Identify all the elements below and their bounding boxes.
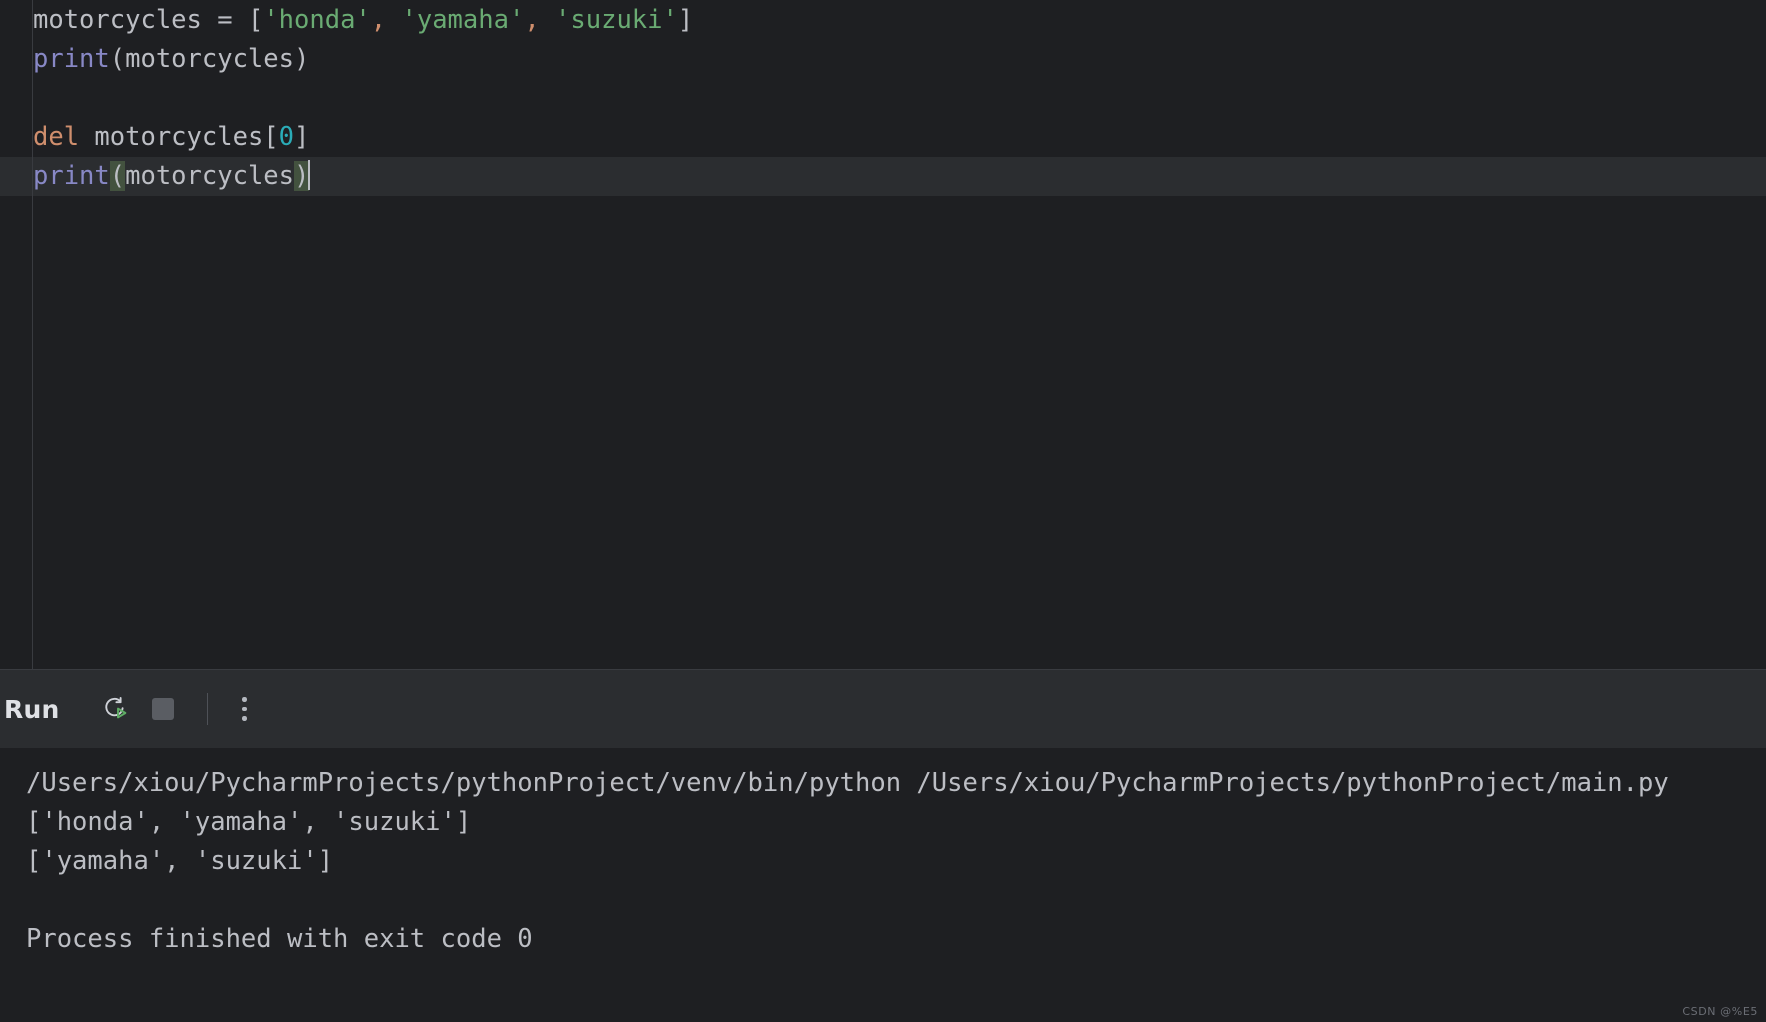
code-line-text: motorcycles = ['honda', 'yamaha', 'suzuk… — [33, 1, 693, 40]
run-console-output[interactable]: /Users/xiou/PycharmProjects/pythonProjec… — [0, 748, 1766, 1022]
console-line: ['yamaha', 'suzuki'] — [26, 846, 334, 876]
code-token: motorcycles — [33, 5, 218, 35]
code-line[interactable]: print(motorcycles) — [0, 40, 1766, 79]
console-line: Process finished with exit code 0 — [26, 924, 533, 954]
code-line[interactable]: motorcycles = ['honda', 'yamaha', 'suzuk… — [0, 1, 1766, 40]
code-token: ] — [294, 122, 310, 152]
code-token: 0 — [278, 122, 295, 152]
code-token: 'honda' — [263, 5, 371, 35]
code-token: ] — [677, 5, 694, 35]
console-line: ['honda', 'yamaha', 'suzuki'] — [26, 807, 472, 837]
console-line: /Users/xiou/PycharmProjects/pythonProjec… — [26, 768, 1669, 798]
pycharm-window: motorcycles = ['honda', 'yamaha', 'suzuk… — [0, 0, 1766, 1022]
run-toolbar: Run — [0, 670, 1766, 748]
code-token: print — [33, 44, 110, 74]
stop-icon — [152, 698, 175, 720]
code-token: 'suzuki' — [555, 5, 678, 35]
code-line-text: print(motorcycles) — [33, 40, 309, 79]
code-token: (motorcycles) — [109, 44, 310, 74]
code-line[interactable] — [0, 79, 1766, 118]
code-token: print — [33, 161, 110, 191]
code-line-text: del motorcycles[0] — [33, 118, 309, 157]
code-token: del — [33, 122, 80, 152]
code-token: = — [217, 5, 248, 35]
run-tool-window: Run /Users/xiou/PycharmProjects/pythonPr… — [0, 670, 1766, 1022]
toolbar-separator — [207, 693, 209, 725]
watermark: CSDN @%E5 — [1682, 1005, 1758, 1018]
code-line[interactable]: del motorcycles[0] — [0, 118, 1766, 157]
code-token: , — [370, 5, 387, 35]
rerun-icon — [105, 697, 127, 719]
rerun-button[interactable] — [93, 687, 137, 731]
text-caret — [308, 160, 311, 190]
code-token: 'yamaha' — [401, 5, 525, 35]
code-editor[interactable]: motorcycles = ['honda', 'yamaha', 'suzuk… — [0, 0, 1766, 670]
code-token: motorcycles[ — [79, 122, 279, 152]
editor-line-list: motorcycles = ['honda', 'yamaha', 'suzuk… — [0, 0, 1766, 196]
code-token: ) — [294, 161, 310, 191]
code-token: motorcycles — [125, 161, 295, 191]
stop-button[interactable] — [141, 687, 185, 731]
code-token: ( — [109, 161, 126, 191]
more-vertical-icon — [242, 694, 247, 724]
code-line-text: print(motorcycles) — [33, 157, 311, 196]
code-token: , — [524, 5, 540, 35]
run-tool-window-title: Run — [4, 694, 60, 724]
code-token: [ — [247, 5, 264, 35]
current-line-gutter — [0, 157, 33, 196]
more-options-button[interactable] — [222, 687, 266, 731]
code-line[interactable]: print(motorcycles) — [0, 157, 1766, 196]
